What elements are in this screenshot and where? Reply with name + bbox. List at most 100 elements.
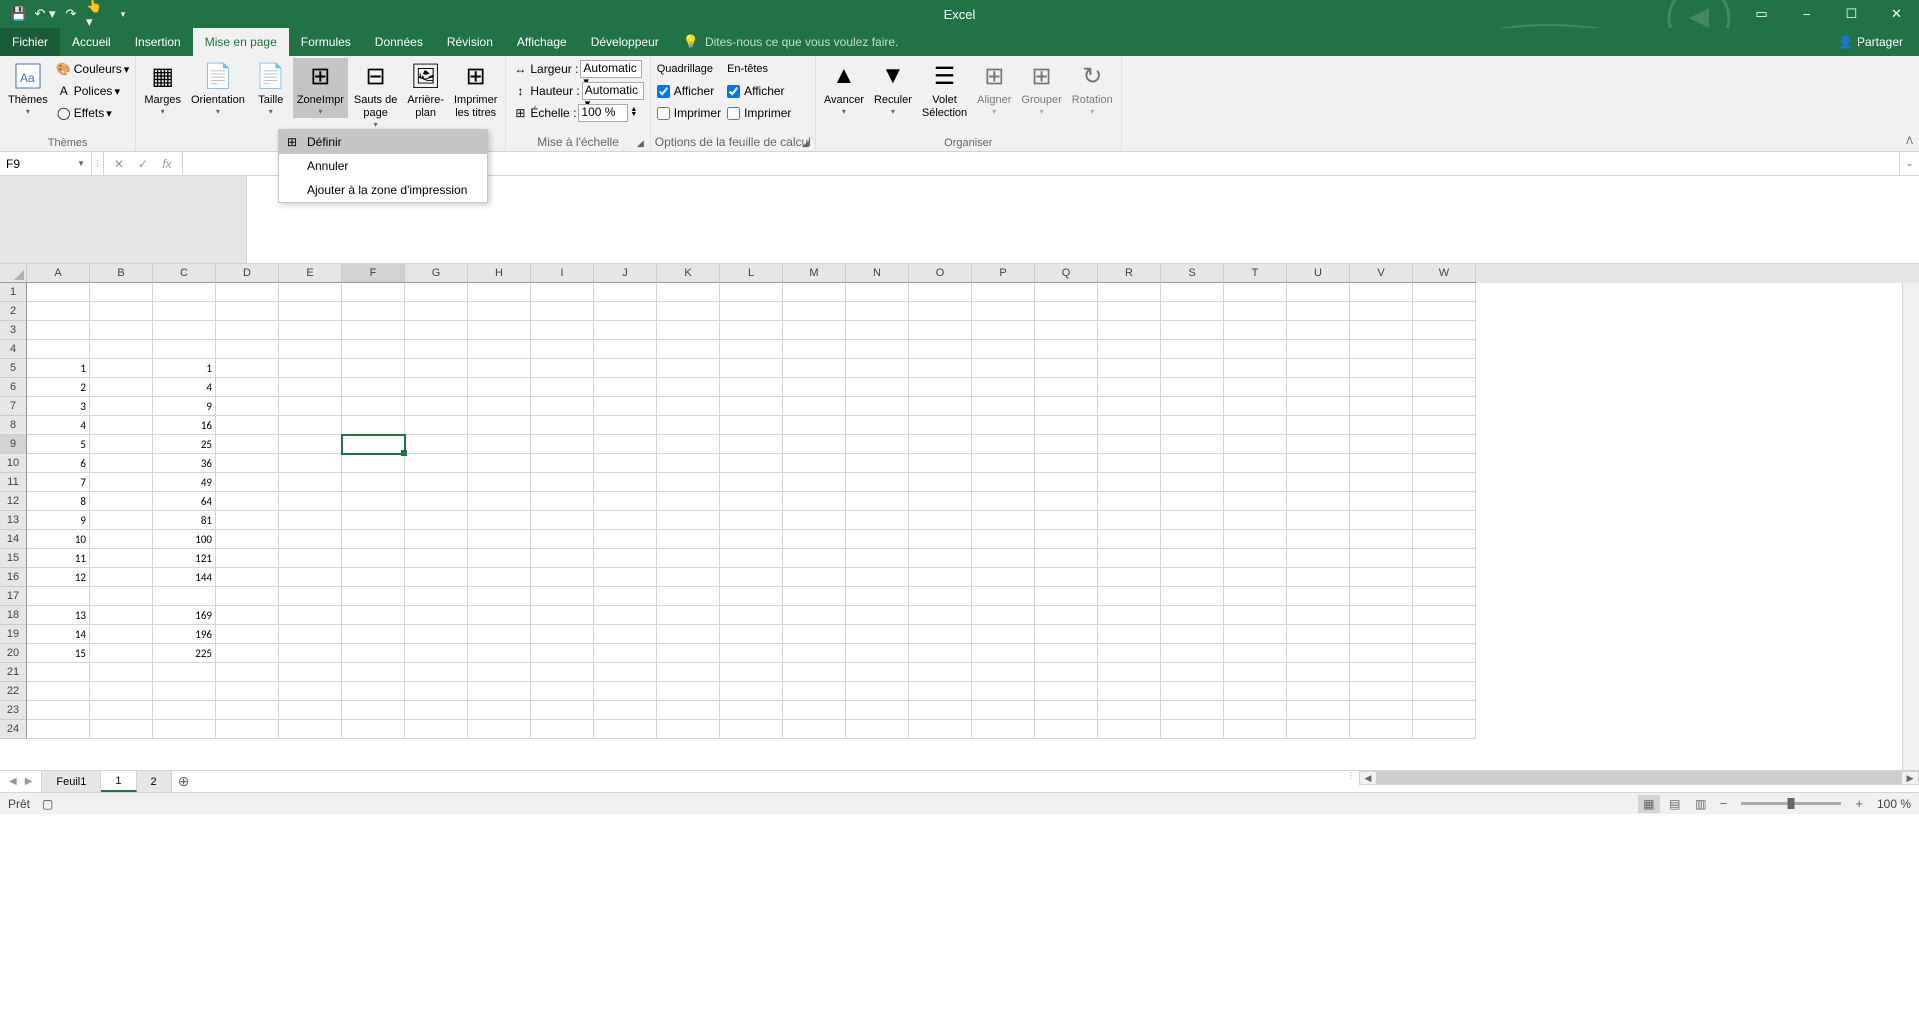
cell-C17[interactable]: [153, 587, 216, 606]
cell-G24[interactable]: [405, 720, 468, 739]
cell-O9[interactable]: [909, 435, 972, 454]
cell-M23[interactable]: [783, 701, 846, 720]
cell-T22[interactable]: [1224, 682, 1287, 701]
col-header-W[interactable]: W: [1413, 264, 1476, 283]
cell-V21[interactable]: [1350, 663, 1413, 682]
cell-R18[interactable]: [1098, 606, 1161, 625]
cell-J5[interactable]: [594, 359, 657, 378]
cell-M4[interactable]: [783, 340, 846, 359]
cell-T3[interactable]: [1224, 321, 1287, 340]
cell-C24[interactable]: [153, 720, 216, 739]
cell-N8[interactable]: [846, 416, 909, 435]
cell-T5[interactable]: [1224, 359, 1287, 378]
cell-B14[interactable]: [90, 530, 153, 549]
cell-M24[interactable]: [783, 720, 846, 739]
row-header-18[interactable]: 18: [0, 606, 27, 625]
cell-T16[interactable]: [1224, 568, 1287, 587]
size-button[interactable]: 📄Taille▾: [251, 58, 291, 118]
cell-Q23[interactable]: [1035, 701, 1098, 720]
cell-R24[interactable]: [1098, 720, 1161, 739]
cell-S12[interactable]: [1161, 492, 1224, 511]
cell-C18[interactable]: 169: [153, 606, 216, 625]
cell-Q20[interactable]: [1035, 644, 1098, 663]
sheet-nav-next[interactable]: ▶: [22, 776, 36, 787]
cell-N12[interactable]: [846, 492, 909, 511]
cell-N1[interactable]: [846, 283, 909, 302]
cell-W23[interactable]: [1413, 701, 1476, 720]
cell-T9[interactable]: [1224, 435, 1287, 454]
cell-W16[interactable]: [1413, 568, 1476, 587]
cell-D23[interactable]: [216, 701, 279, 720]
cell-L1[interactable]: [720, 283, 783, 302]
cell-I20[interactable]: [531, 644, 594, 663]
tab-view[interactable]: Affichage: [505, 28, 579, 56]
cell-T18[interactable]: [1224, 606, 1287, 625]
row-header-6[interactable]: 6: [0, 378, 27, 397]
cell-J11[interactable]: [594, 473, 657, 492]
cell-P19[interactable]: [972, 625, 1035, 644]
cell-A15[interactable]: 11: [27, 549, 90, 568]
cell-M7[interactable]: [783, 397, 846, 416]
cell-N9[interactable]: [846, 435, 909, 454]
cell-O19[interactable]: [909, 625, 972, 644]
cell-V5[interactable]: [1350, 359, 1413, 378]
maximize-button[interactable]: ☐: [1829, 0, 1874, 28]
cell-G8[interactable]: [405, 416, 468, 435]
cell-T23[interactable]: [1224, 701, 1287, 720]
cell-H11[interactable]: [468, 473, 531, 492]
cell-R10[interactable]: [1098, 454, 1161, 473]
cell-T7[interactable]: [1224, 397, 1287, 416]
cell-J13[interactable]: [594, 511, 657, 530]
cell-G12[interactable]: [405, 492, 468, 511]
col-header-P[interactable]: P: [972, 264, 1035, 283]
cell-K16[interactable]: [657, 568, 720, 587]
touch-mode-button[interactable]: 👆▾: [86, 3, 108, 25]
cell-I13[interactable]: [531, 511, 594, 530]
cell-B5[interactable]: [90, 359, 153, 378]
close-button[interactable]: ✕: [1874, 0, 1919, 28]
cell-V10[interactable]: [1350, 454, 1413, 473]
cell-V13[interactable]: [1350, 511, 1413, 530]
cell-B17[interactable]: [90, 587, 153, 606]
cell-K4[interactable]: [657, 340, 720, 359]
cell-J20[interactable]: [594, 644, 657, 663]
cell-W13[interactable]: [1413, 511, 1476, 530]
cell-F1[interactable]: [342, 283, 405, 302]
theme-colors-button[interactable]: 🎨Couleurs ▾: [54, 58, 132, 80]
cell-Q11[interactable]: [1035, 473, 1098, 492]
cell-F16[interactable]: [342, 568, 405, 587]
cell-D4[interactable]: [216, 340, 279, 359]
cell-U21[interactable]: [1287, 663, 1350, 682]
cell-O6[interactable]: [909, 378, 972, 397]
cell-A22[interactable]: [27, 682, 90, 701]
cell-R17[interactable]: [1098, 587, 1161, 606]
save-button[interactable]: 💾: [8, 3, 30, 25]
cell-I2[interactable]: [531, 302, 594, 321]
cell-A23[interactable]: [27, 701, 90, 720]
cell-E13[interactable]: [279, 511, 342, 530]
cell-B16[interactable]: [90, 568, 153, 587]
cell-D18[interactable]: [216, 606, 279, 625]
cell-F19[interactable]: [342, 625, 405, 644]
cell-D5[interactable]: [216, 359, 279, 378]
sheet-nav-prev[interactable]: ◀: [6, 776, 20, 787]
align-button[interactable]: ⊞Aligner▾: [973, 58, 1015, 118]
cell-S21[interactable]: [1161, 663, 1224, 682]
page-break-view-button[interactable]: ▥: [1690, 795, 1712, 813]
cell-U20[interactable]: [1287, 644, 1350, 663]
cell-N24[interactable]: [846, 720, 909, 739]
cell-A19[interactable]: 14: [27, 625, 90, 644]
cell-F24[interactable]: [342, 720, 405, 739]
cell-Q22[interactable]: [1035, 682, 1098, 701]
enter-formula-button[interactable]: ✓: [132, 154, 154, 174]
cell-S24[interactable]: [1161, 720, 1224, 739]
cell-M1[interactable]: [783, 283, 846, 302]
cell-U9[interactable]: [1287, 435, 1350, 454]
cell-K14[interactable]: [657, 530, 720, 549]
cell-N15[interactable]: [846, 549, 909, 568]
cell-C20[interactable]: 225: [153, 644, 216, 663]
cell-I7[interactable]: [531, 397, 594, 416]
horizontal-scrollbar[interactable]: ◀ ▶: [1359, 771, 1919, 785]
cell-E20[interactable]: [279, 644, 342, 663]
tab-formulas[interactable]: Formules: [289, 28, 363, 56]
